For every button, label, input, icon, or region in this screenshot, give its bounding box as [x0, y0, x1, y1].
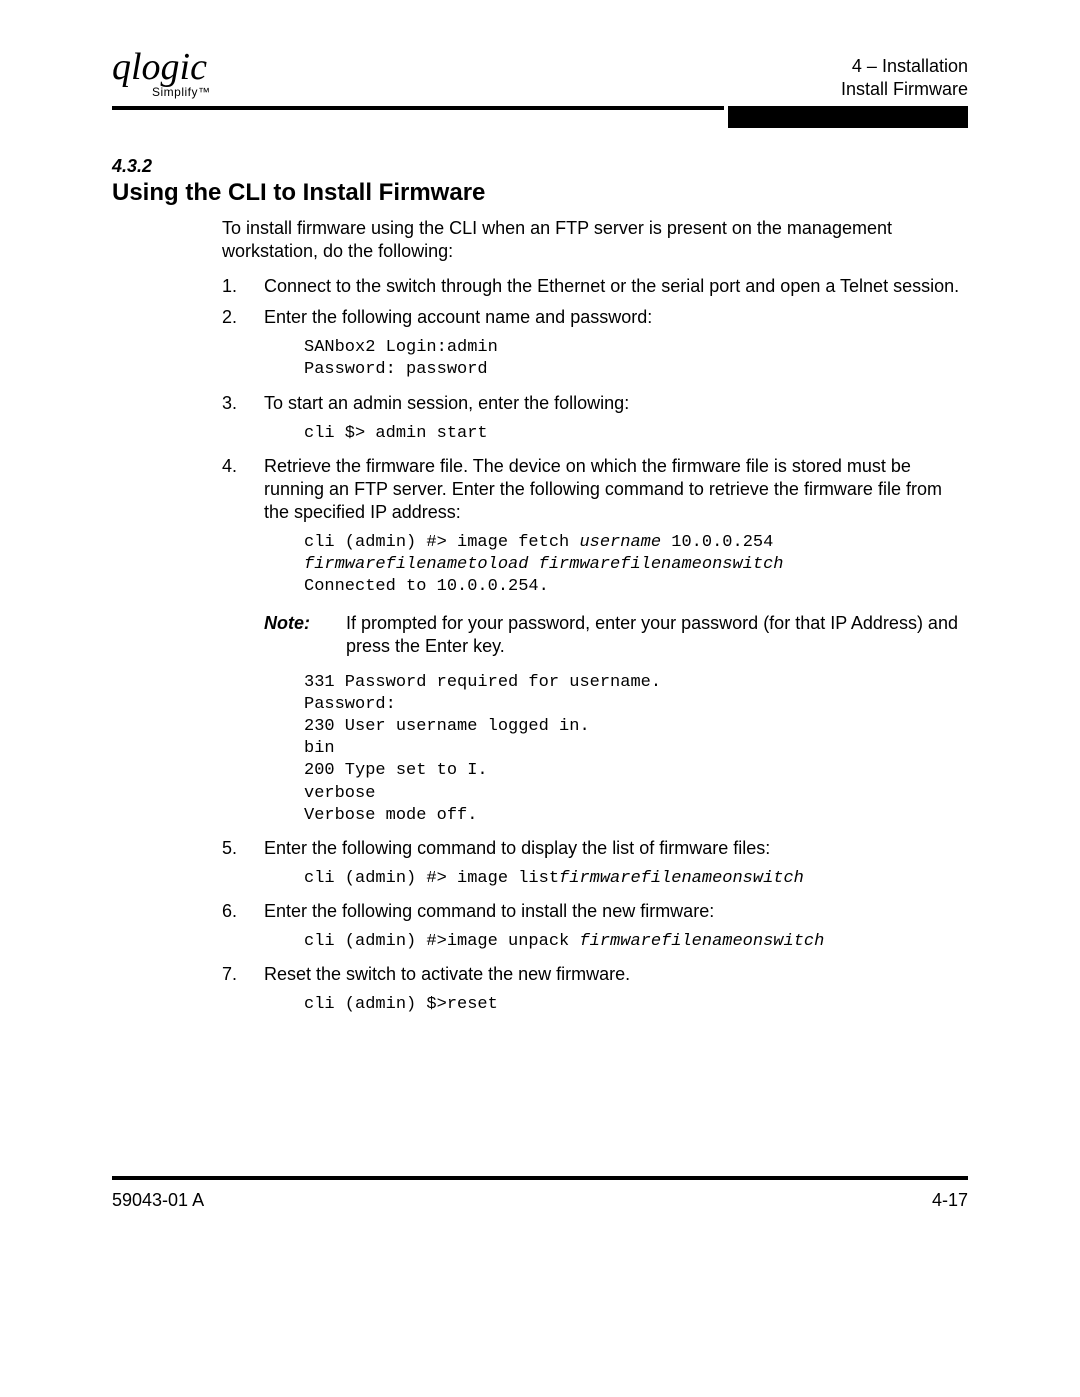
step-text: To start an admin session, enter the fol…: [264, 392, 968, 415]
code-block: cli $> admin start: [304, 423, 968, 445]
page-header: qlogic Simplify™ 4 – Installation Instal…: [112, 50, 968, 100]
step-number: 1.: [222, 275, 264, 298]
logo-simplify: Simplify™: [152, 85, 211, 99]
chapter-line: 4 – Installation: [841, 55, 968, 78]
step-text: Enter the following command to install t…: [264, 900, 968, 923]
code-block: cli (admin) #> image listfirmwarefilenam…: [304, 868, 968, 890]
header-rule: [112, 106, 968, 128]
doc-id: 59043-01 A: [112, 1190, 204, 1211]
code-text: 10.0.0.254: [661, 533, 783, 552]
step-5: 5. Enter the following command to displa…: [222, 837, 968, 860]
step-4: 4. Retrieve the firmware file. The devic…: [222, 455, 968, 524]
note-text: If prompted for your password, enter you…: [346, 612, 968, 658]
rule-line: [112, 106, 724, 110]
logo: qlogic Simplify™: [112, 50, 211, 100]
step-number: 2.: [222, 306, 264, 329]
code-block: cli (admin) $>reset: [304, 994, 968, 1016]
step-number: 5.: [222, 837, 264, 860]
rule-bar: [728, 106, 968, 128]
code-italic: firmwarefilenametoload firmwarefilenameo…: [304, 555, 783, 574]
step-number: 3.: [222, 392, 264, 415]
code-italic: firmwarefilenameonswitch: [559, 869, 804, 888]
step-text: Enter the following command to display t…: [264, 837, 968, 860]
page-number: 4-17: [932, 1190, 968, 1211]
code-text: cli (admin) #>image unpack: [304, 932, 579, 951]
section-line: Install Firmware: [841, 78, 968, 101]
page-footer: 59043-01 A 4-17: [112, 1190, 968, 1211]
step-3: 3. To start an admin session, enter the …: [222, 392, 968, 415]
step-text: Connect to the switch through the Ethern…: [264, 275, 968, 298]
step-2: 2. Enter the following account name and …: [222, 306, 968, 329]
footer-rule: [112, 1176, 968, 1180]
logo-script: qlogic: [112, 50, 211, 84]
code-italic: firmwarefilenameonswitch: [579, 932, 824, 951]
step-text: Retrieve the firmware file. The device o…: [264, 455, 968, 524]
body-column: To install firmware using the CLI when a…: [222, 217, 968, 1016]
code-block: 331 Password required for username. Pass…: [304, 672, 968, 827]
step-number: 4.: [222, 455, 264, 524]
step-number: 6.: [222, 900, 264, 923]
note: Note: If prompted for your password, ent…: [264, 612, 968, 658]
step-text: Enter the following account name and pas…: [264, 306, 968, 329]
code-text: cli (admin) #> image fetch: [304, 533, 579, 552]
step-1: 1. Connect to the switch through the Eth…: [222, 275, 968, 298]
section-title: Using the CLI to Install Firmware: [112, 179, 968, 207]
note-label: Note:: [264, 612, 346, 658]
code-block: SANbox2 Login:admin Password: password: [304, 337, 968, 381]
code-block: cli (admin) #> image fetch username 10.0…: [304, 532, 968, 598]
intro-paragraph: To install firmware using the CLI when a…: [222, 217, 968, 263]
step-6: 6. Enter the following command to instal…: [222, 900, 968, 923]
step-text: Reset the switch to activate the new fir…: [264, 963, 968, 986]
step-number: 7.: [222, 963, 264, 986]
code-block: cli (admin) #>image unpack firmwarefilen…: [304, 931, 968, 953]
section-number: 4.3.2: [112, 156, 968, 177]
code-text: cli (admin) #> image list: [304, 869, 559, 888]
code-italic: username: [579, 533, 661, 552]
page: qlogic Simplify™ 4 – Installation Instal…: [0, 0, 1080, 1251]
header-text: 4 – Installation Install Firmware: [841, 55, 968, 100]
step-7: 7. Reset the switch to activate the new …: [222, 963, 968, 986]
code-text: Connected to 10.0.0.254.: [304, 577, 549, 596]
